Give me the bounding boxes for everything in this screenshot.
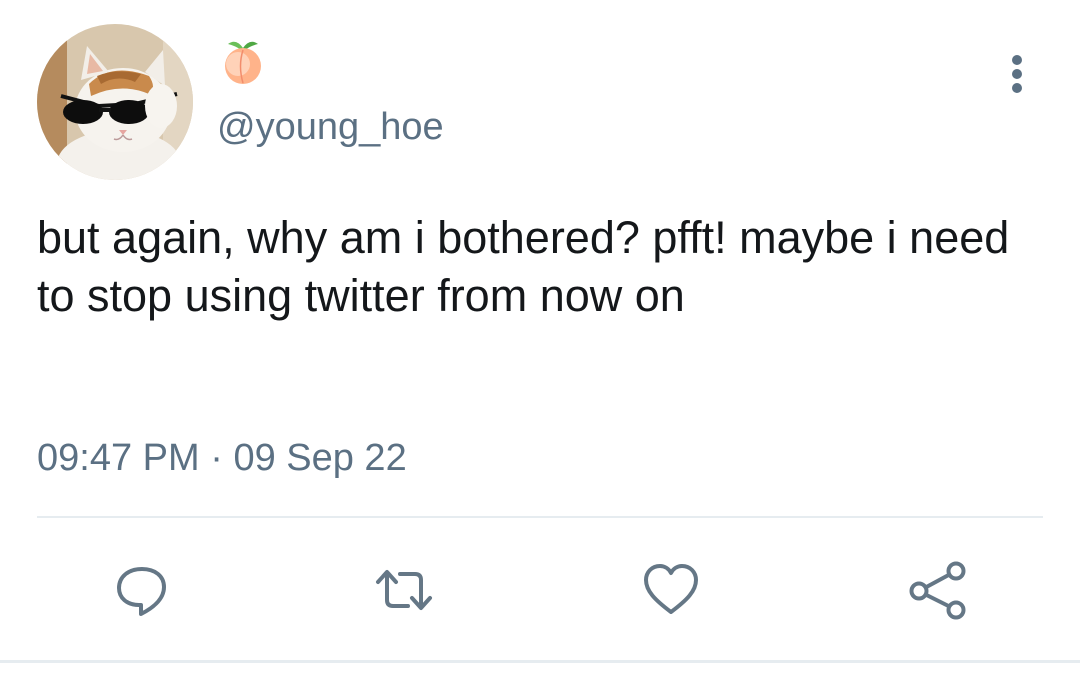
tweet-text: but again, why am i bothered? pfft! mayb… [37,212,1010,321]
tweet-time: 09:47 PM [37,437,200,479]
tweet-timestamp[interactable]: 09:47 PM · 09 Sep 22 [37,434,407,482]
like-button[interactable] [641,560,701,620]
heart-icon [644,564,698,614]
bottom-divider [0,660,1080,663]
reply-icon [117,567,166,616]
reply-button[interactable] [112,560,172,620]
peach-emoji-icon [218,36,268,86]
share-button[interactable] [907,560,967,620]
cat-avatar-image [37,24,193,180]
retweet-button[interactable] [374,560,434,620]
timestamp-separator: · [210,437,223,479]
tweet-date: 09 Sep 22 [233,437,407,479]
divider [37,516,1043,518]
share-icon [909,561,966,620]
retweet-icon [376,570,432,610]
avatar[interactable] [37,24,193,180]
tweet-card: @young_hoe but again, why am i bothered?… [0,0,1080,681]
user-handle[interactable]: @young_hoe [217,104,444,150]
more-vertical-icon[interactable] [998,52,1036,98]
